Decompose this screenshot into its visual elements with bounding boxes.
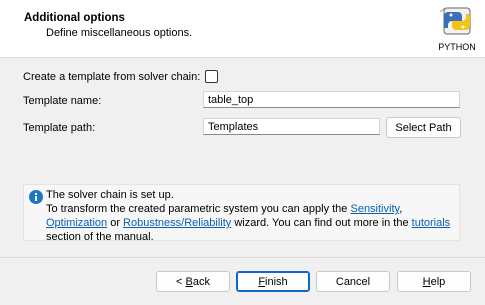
select-path-button[interactable]: Select Path <box>386 117 461 138</box>
footer-divider <box>0 257 485 258</box>
tutorials-link[interactable]: tutorials <box>412 217 451 229</box>
info-line-2: To transform the created parametric syst… <box>46 202 456 216</box>
finish-button[interactable]: Finish <box>236 271 310 292</box>
template-name-field[interactable]: table_top <box>203 91 460 108</box>
info-line-1: The solver chain is set up. <box>46 189 174 201</box>
back-button-mnemonic: B <box>185 275 193 288</box>
info-text-segment: To transform the created parametric syst… <box>46 203 351 215</box>
page-subtitle: Define miscellaneous options. <box>46 27 193 39</box>
info-line-3: Optimization or Robustness/Reliability w… <box>46 216 456 230</box>
template-path-label: Template path: <box>23 122 96 134</box>
page-title: Additional options <box>24 12 125 24</box>
finish-button-mnemonic: F <box>258 275 266 288</box>
info-text-segment: or <box>107 217 124 229</box>
python-icon <box>439 7 471 35</box>
info-text-segment: , <box>399 203 403 215</box>
finish-button-label: inish <box>265 275 288 288</box>
info-icon <box>29 190 43 204</box>
python-logo-label: PYTHON <box>438 42 476 52</box>
help-button[interactable]: Help <box>397 271 471 292</box>
wizard-header: Additional options Define miscellaneous … <box>0 0 485 58</box>
help-button-label: elp <box>430 275 446 288</box>
optimization-link[interactable]: Optimization <box>46 217 107 229</box>
cancel-button[interactable]: Cancel <box>316 271 390 292</box>
template-path-field[interactable]: Templates <box>203 118 380 135</box>
info-message: The solver chain is set up. To transform… <box>46 188 456 244</box>
template-from-chain-label: Create a template from solver chain: <box>23 71 201 83</box>
sensitivity-link[interactable]: Sensitivity <box>350 203 399 215</box>
robustness-reliability-link[interactable]: Robustness/Reliability <box>123 217 231 229</box>
back-button-prefix: < <box>176 275 186 288</box>
template-from-chain-checkbox[interactable] <box>205 70 218 83</box>
info-line-4: section of the manual. <box>46 231 154 243</box>
info-panel: The solver chain is set up. To transform… <box>23 184 460 244</box>
help-button-mnemonic: H <box>422 275 431 288</box>
python-logo: PYTHON <box>434 6 480 52</box>
back-button[interactable]: < Back <box>156 271 230 292</box>
info-text-segment: wizard. You can find out more in the <box>231 217 412 229</box>
back-button-label: ack <box>192 275 210 288</box>
template-name-label: Template name: <box>23 95 102 107</box>
